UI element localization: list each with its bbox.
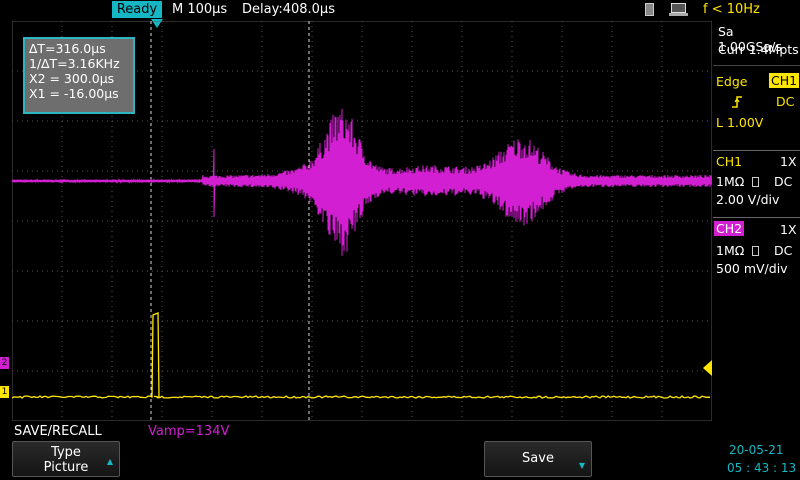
memory-depth-label: Curr 1.4Mpts [718, 42, 799, 57]
time-label: 05 : 43 : 13 [727, 461, 797, 475]
softkey-label: Save [522, 451, 554, 466]
trigger-coupling-label: DC [776, 94, 795, 109]
save-softkey[interactable]: Save ▼ [484, 441, 592, 477]
delay-label: Delay:408.0μs [242, 2, 335, 17]
softkey-label: Type [51, 445, 81, 460]
date-label: 20-05-21 [729, 443, 784, 457]
run-status-badge: Ready [112, 1, 162, 18]
divider [713, 65, 800, 66]
ch1-name: CH1 [716, 154, 743, 169]
frequency-counter: f < 10Hz [703, 2, 760, 17]
ch2-name: CH2 [714, 221, 745, 236]
bandwidth-limit-icon [752, 246, 759, 256]
ch1-impedance: 1MΩ [716, 174, 745, 189]
chevron-down-icon: ▲︎ [106, 457, 113, 466]
ch1-probe: 1X [780, 154, 797, 169]
type-picture-softkey[interactable]: Type Picture ▲︎ [12, 441, 120, 477]
ch2-waveform [12, 108, 712, 256]
timebase-label: M 100μs [172, 2, 228, 17]
ch2-probe: 1X [780, 222, 797, 237]
ch1-scale: 2.00 V/div [716, 192, 780, 207]
top-status-bar: Ready M 100μs Delay:408.0μs f < 10Hz [0, 0, 800, 20]
trigger-source-badge[interactable]: CH1 [769, 73, 800, 88]
monitor-icon [671, 3, 686, 13]
bandwidth-limit-icon [752, 177, 759, 187]
chevron-down-icon: ▼ [578, 461, 585, 470]
ch1-coupling: DC [774, 174, 793, 189]
divider [713, 217, 800, 218]
monitor-base-icon [669, 13, 688, 16]
trigger-type-label[interactable]: Edge [716, 74, 747, 89]
cursor-readout-box: ∆T=316.0μs 1/∆T=3.16KHz X2 = 300.0μs X1 … [23, 37, 135, 114]
ch1-info-panel[interactable]: CH1 1X 1MΩ DC 2.00 V/div [713, 151, 800, 209]
trigger-level-label: L 1.00V [716, 115, 764, 130]
ch2-impedance: 1MΩ [716, 243, 745, 258]
x1-readout: X1 = -16.00μs [29, 86, 119, 101]
menu-title: SAVE/RECALL [14, 424, 102, 439]
ch1-ground-marker[interactable]: 1 [0, 386, 9, 398]
ch1-waveform [12, 312, 711, 399]
ch2-info-panel[interactable]: CH2 1X 1MΩ DC 500 mV/div [713, 219, 800, 277]
softkey-value: Picture [43, 460, 89, 475]
ch2-ground-marker[interactable]: 2 [0, 357, 9, 369]
ch2-scale: 500 mV/div [716, 261, 788, 276]
usb-icon [645, 3, 654, 16]
measurement-readout: Vamp=134V [148, 424, 230, 439]
ch2-coupling: DC [774, 243, 793, 258]
trigger-level-marker[interactable] [703, 360, 712, 376]
rising-edge-icon [730, 94, 744, 108]
